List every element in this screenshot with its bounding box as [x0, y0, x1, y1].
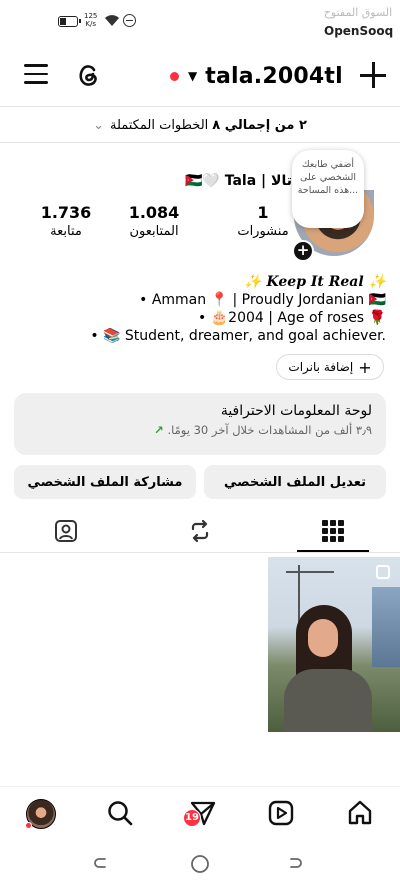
add-story-icon[interactable]: + [292, 240, 314, 262]
username: tala.2004tl [205, 63, 343, 89]
grid-icon [322, 520, 344, 542]
professional-dashboard[interactable]: لوحة المعلومات الاحترافية ٣٫٩ ألف من الم… [14, 393, 386, 455]
edit-profile-button[interactable]: تعديل الملف الشخصي [204, 465, 386, 499]
search-icon[interactable] [106, 799, 134, 827]
chevron-down-icon: ⌄ [93, 117, 104, 133]
bio-line: • 📚 Student, dreamer, and goal achiever. [90, 328, 386, 344]
dnd-icon [123, 14, 136, 27]
share-profile-button[interactable]: مشاركة الملف الشخصي [14, 465, 196, 499]
recents-icon[interactable] [92, 855, 110, 873]
chevron-down-icon: ▼ [188, 69, 198, 83]
stat-followers[interactable]: 1.084 المتابعون [104, 203, 204, 239]
stat-following[interactable]: 1.736 متابعة [16, 203, 116, 239]
tab-reposts[interactable] [164, 512, 236, 550]
add-banners-button[interactable]: + إضافة بانرات [276, 354, 384, 380]
create-button[interactable] [360, 62, 386, 88]
notification-dot [170, 71, 179, 81]
network-speed: 125 K/s [84, 12, 98, 28]
account-switcher[interactable]: ▼ tala.2004tl [170, 60, 343, 92]
bio-line: • Amman 📍 | Proudly Jordanian 🇯🇴 [139, 292, 386, 308]
tab-posts[interactable] [297, 512, 369, 550]
notification-dot [25, 822, 32, 829]
reels-icon[interactable] [267, 799, 295, 827]
trend-up-icon: ↗ [154, 423, 164, 437]
bottom-nav: 19 [0, 786, 400, 836]
display-name: تالا | 🇯🇴🤍 Tala [185, 173, 292, 189]
divider [0, 552, 400, 553]
unread-badge: 19 [183, 809, 201, 827]
plus-icon: + [358, 357, 372, 377]
status-bar: 125 K/s السوق المفتوح OpenSooq [0, 0, 400, 40]
post-thumbnail[interactable] [268, 557, 400, 732]
home-icon[interactable] [346, 799, 374, 827]
divider [0, 142, 400, 143]
battery-icon [58, 16, 81, 27]
tab-tagged[interactable] [30, 512, 102, 550]
watermark-logo: السوق المفتوح OpenSooq [320, 6, 398, 40]
steps-banner[interactable]: ٢ من إجمالي ٨ الخطوات المكتملة ⌄ [0, 110, 400, 140]
tagged-icon [55, 520, 77, 542]
stat-posts[interactable]: 1 منشورات [213, 203, 313, 239]
home-circle-icon[interactable] [190, 854, 210, 874]
wifi-icon [105, 15, 119, 26]
bio-title: ✨ Keep It Real ✨ [244, 274, 386, 290]
threads-icon[interactable] [74, 60, 104, 90]
profile-avatar[interactable] [25, 799, 56, 829]
menu-button[interactable] [24, 64, 48, 86]
system-nav-bar [0, 845, 400, 889]
bio-line: • 🎂2004 | Age of roses 🌹 [198, 310, 386, 326]
back-icon[interactable] [286, 855, 304, 873]
repost-icon [191, 519, 209, 543]
divider [0, 106, 400, 107]
multi-photo-icon [376, 565, 390, 579]
direct-button[interactable]: 19 [183, 799, 217, 827]
hamburger-icon [24, 64, 48, 67]
